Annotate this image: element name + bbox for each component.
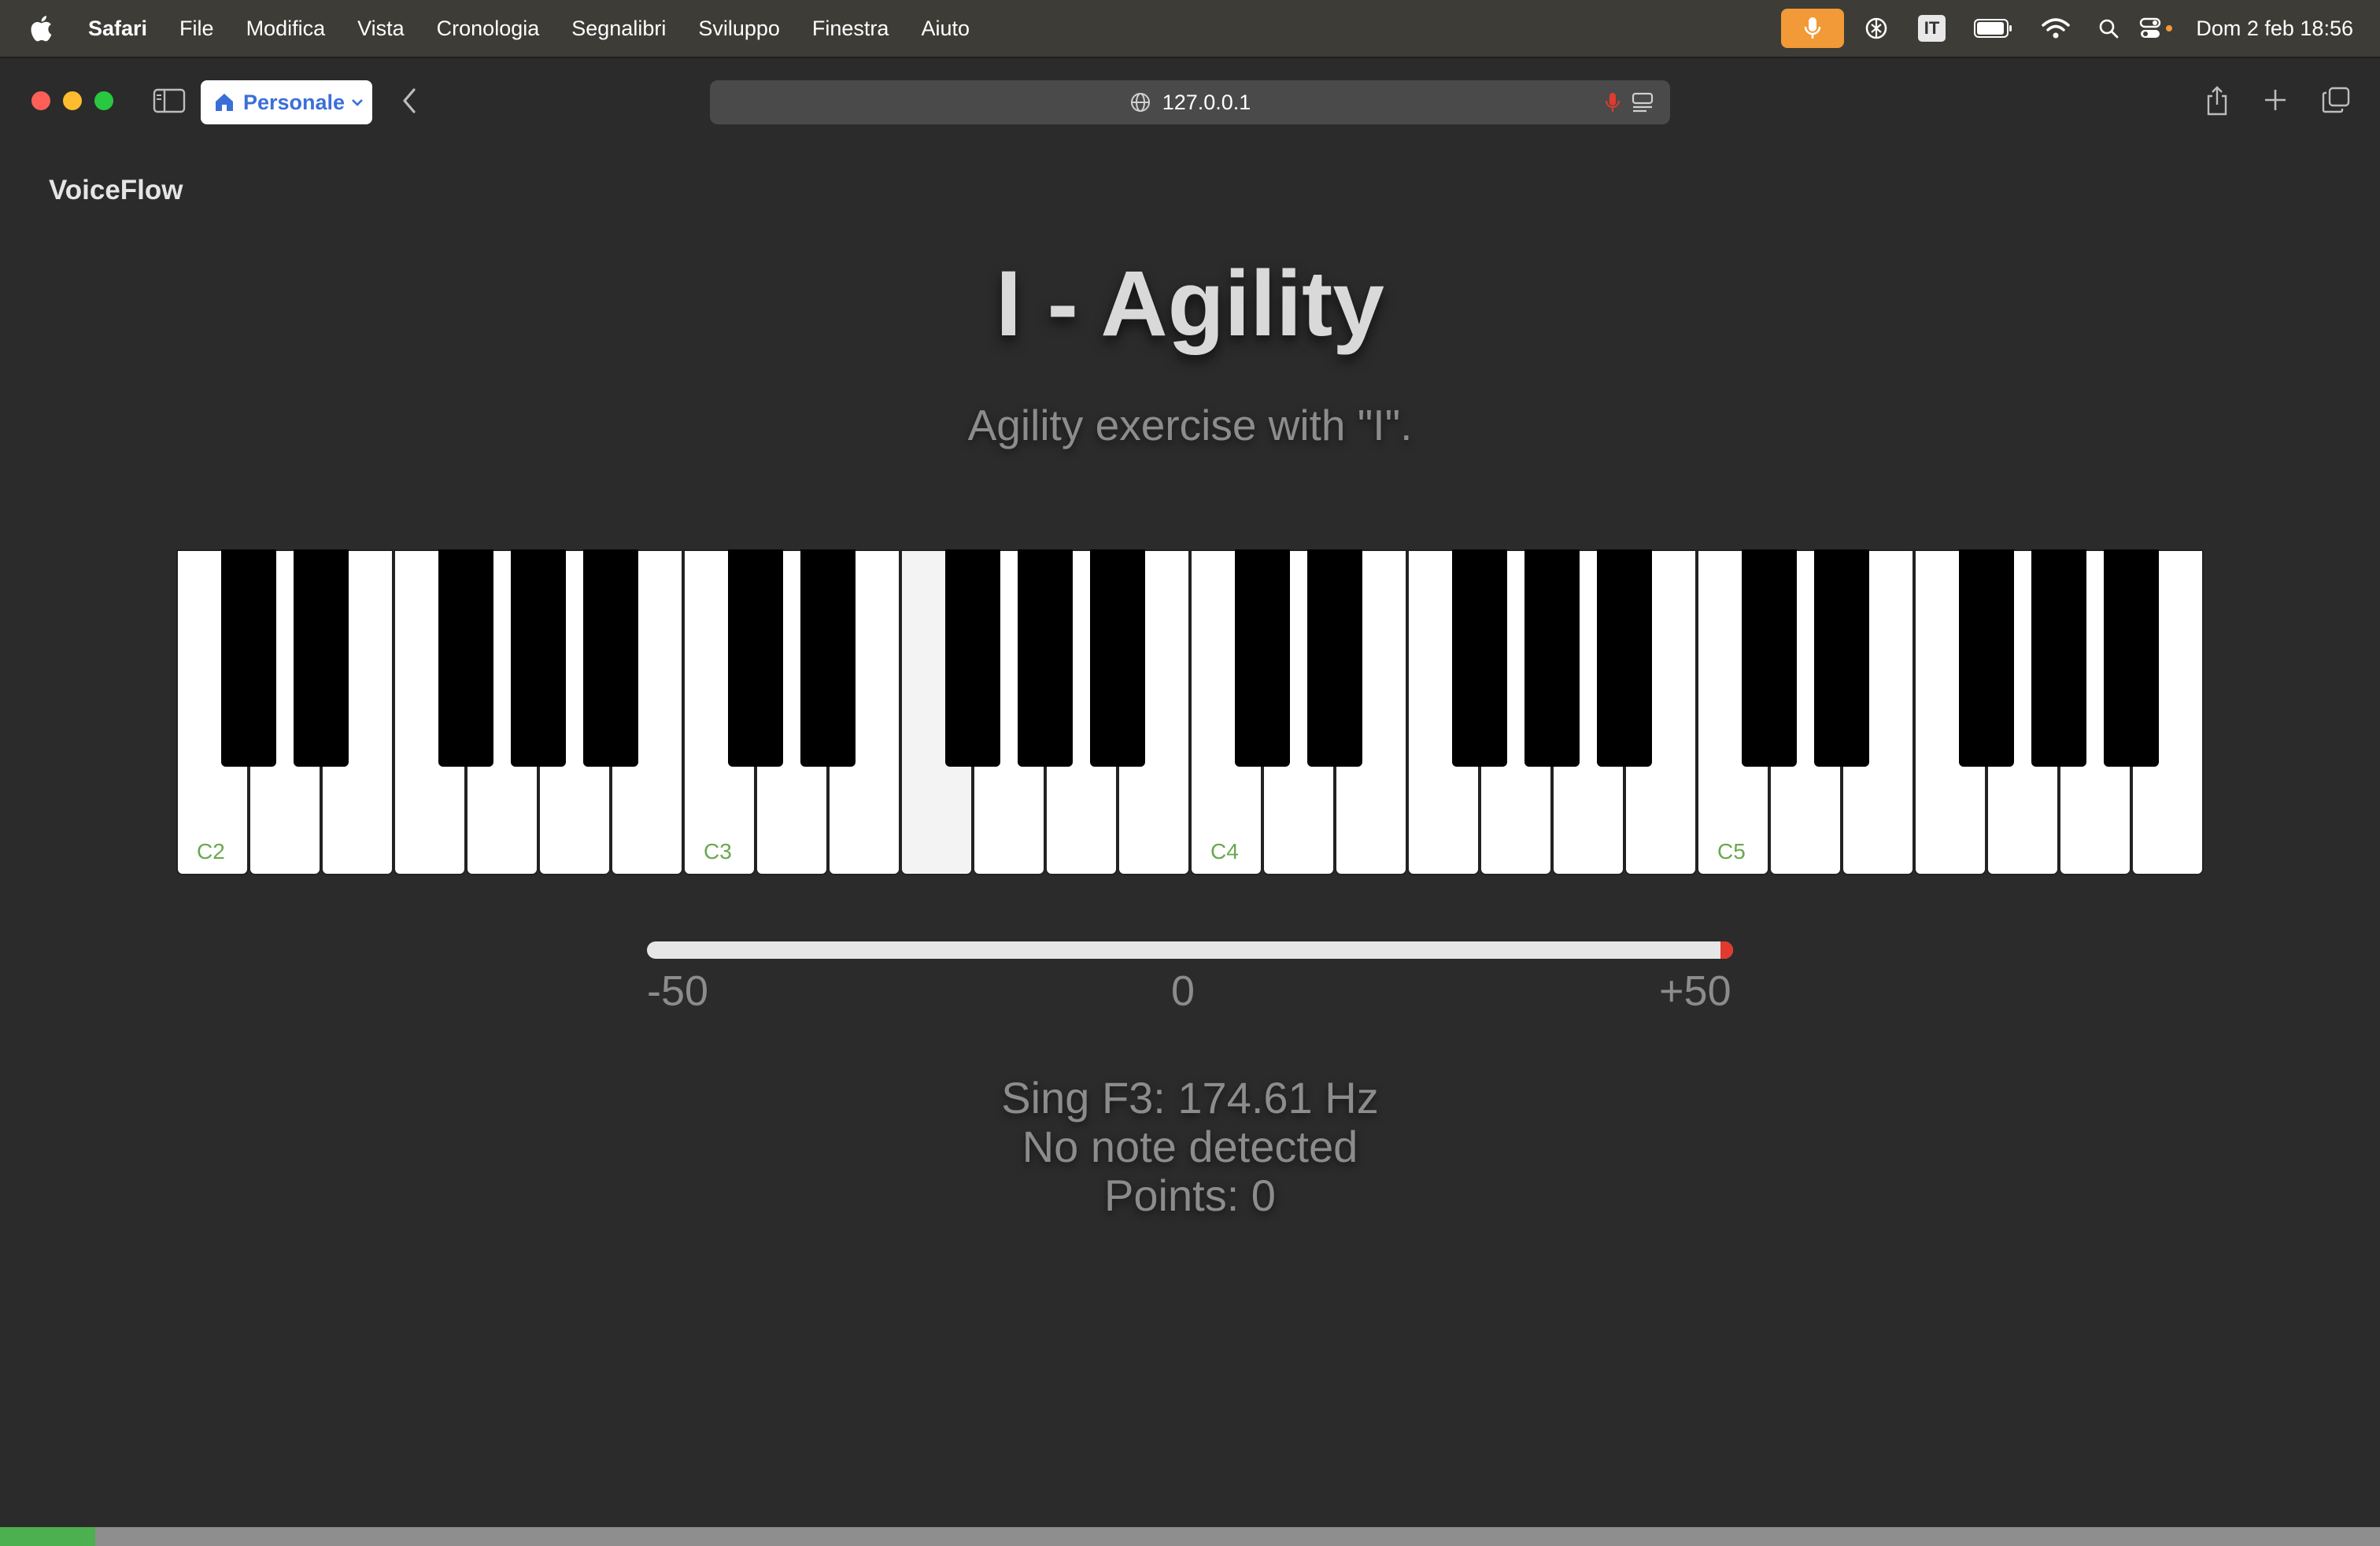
black-key-f#4[interactable] (1452, 549, 1507, 767)
menu-aiuto[interactable]: Aiuto (921, 17, 970, 41)
chatgpt-icon[interactable] (1863, 15, 1890, 42)
exercise-progress-fill (0, 1527, 95, 1546)
profile-name: Personale (243, 90, 346, 114)
microphone-in-use-indicator[interactable] (1780, 9, 1844, 48)
microphone-recording-icon[interactable] (1606, 91, 1620, 113)
home-icon (216, 94, 233, 111)
menu-app-name[interactable]: Safari (88, 17, 147, 41)
black-key-d#3[interactable] (800, 549, 856, 767)
tuning-meter-track (647, 941, 1733, 959)
black-key-g#4[interactable] (1524, 549, 1580, 767)
profile-selector[interactable]: Personale (201, 80, 372, 124)
black-key-a#5[interactable] (2104, 549, 2159, 767)
menu-segnalibri[interactable]: Segnalibri (571, 17, 666, 41)
points-text: Points: 0 (1104, 1171, 1276, 1220)
black-key-d#4[interactable] (1307, 549, 1362, 767)
black-key-c#3[interactable] (728, 549, 783, 767)
share-icon[interactable] (2205, 85, 2229, 117)
screen: Safari File Modifica Vista Cronologia Se… (0, 0, 2380, 1546)
black-key-a#4[interactable] (1597, 549, 1652, 767)
menu-cronologia[interactable]: Cronologia (437, 17, 540, 41)
octave-label: C3 (704, 839, 732, 864)
black-key-g#5[interactable] (2031, 549, 2086, 767)
octave-label: C4 (1210, 839, 1239, 864)
battery-icon[interactable] (1974, 18, 2013, 39)
black-key-c#2[interactable] (221, 549, 276, 767)
address-bar[interactable]: 127.0.0.1 (710, 80, 1670, 124)
octave-label: C5 (1717, 839, 1746, 864)
black-key-c#5[interactable] (1742, 549, 1797, 767)
chevron-down-icon (352, 99, 363, 106)
spotlight-search-icon[interactable] (2098, 18, 2119, 39)
black-key-a#3[interactable] (1090, 549, 1145, 767)
black-key-g#3[interactable] (1018, 549, 1073, 767)
black-key-d#5[interactable] (1814, 549, 1869, 767)
apple-icon[interactable] (27, 13, 58, 44)
app-logo[interactable]: VoiceFlow (49, 175, 183, 206)
wifi-icon[interactable] (2042, 17, 2071, 39)
menu-vista[interactable]: Vista (357, 17, 405, 41)
microphone-icon (1804, 17, 1821, 39)
input-source-menu[interactable]: IT (1917, 15, 1946, 42)
reader-view-icon[interactable] (1631, 91, 1654, 113)
tab-overview-icon[interactable] (2322, 87, 2350, 113)
url-text: 127.0.0.1 (1162, 90, 1251, 114)
black-key-c#4[interactable] (1235, 549, 1290, 767)
browser-toolbar: Personale 127.0.0.1 (0, 57, 2380, 142)
minimize-window-button[interactable] (63, 91, 82, 110)
target-note-text: Sing F3: 174.61 Hz (1001, 1073, 1379, 1123)
black-key-g#2[interactable] (511, 549, 566, 767)
menu-file[interactable]: File (179, 17, 214, 41)
black-key-d#2[interactable] (294, 549, 349, 767)
globe-icon (1129, 91, 1151, 113)
menu-finestra[interactable]: Finestra (812, 17, 889, 41)
octave-label: C2 (197, 839, 225, 864)
new-tab-icon[interactable] (2264, 88, 2287, 112)
detection-status-text: No note detected (1022, 1122, 1358, 1171)
back-arrow-icon[interactable] (400, 87, 419, 115)
menu-modifica[interactable]: Modifica (246, 17, 326, 41)
control-center-icon[interactable] (2139, 17, 2174, 39)
sidebar-toggle-icon[interactable] (153, 88, 186, 113)
black-key-a#2[interactable] (583, 549, 638, 767)
meter-min-label: -50 (647, 967, 709, 1015)
black-key-f#5[interactable] (1959, 549, 2014, 767)
meter-max-label: +50 (1659, 967, 1731, 1015)
tuning-meter-marker (1720, 941, 1733, 959)
black-key-f#2[interactable] (438, 549, 493, 767)
exercise-subtitle: Agility exercise with "I". (967, 401, 1413, 449)
meter-mid-label: 0 (1171, 967, 1196, 1015)
input-source-badge: IT (1917, 15, 1946, 42)
close-window-button[interactable] (31, 91, 50, 110)
zoom-window-button[interactable] (94, 91, 113, 110)
exercise-progress-bar (0, 1527, 2380, 1546)
piano-keyboard: C2 C3 C4 C5 (176, 549, 2204, 875)
menu-bar: Safari File Modifica Vista Cronologia Se… (0, 0, 2380, 57)
black-key-f#3[interactable] (945, 549, 1000, 767)
menu-bar-clock[interactable]: Dom 2 feb 18:56 (2196, 17, 2353, 41)
exercise-title: I - Agility (996, 252, 1384, 356)
menu-sviluppo[interactable]: Sviluppo (698, 17, 780, 41)
